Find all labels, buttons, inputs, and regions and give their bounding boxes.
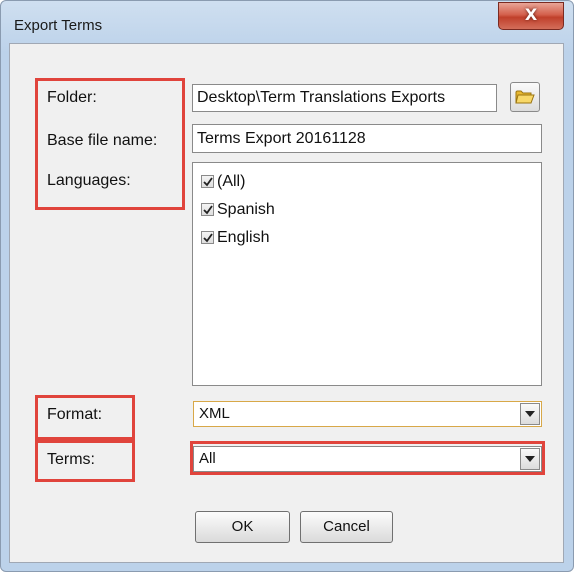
folder-icon [515, 90, 535, 104]
language-label: (All) [217, 173, 246, 190]
check-icon [203, 233, 213, 243]
window-title: Export Terms [14, 17, 103, 34]
check-icon [203, 177, 213, 187]
check-icon [203, 205, 213, 215]
terms-label: Terms: [47, 451, 95, 468]
format-value: XML [199, 405, 230, 422]
format-label: Format: [47, 406, 103, 423]
ok-button[interactable]: OK [195, 511, 290, 543]
base-file-name-label: Base file name: [47, 132, 158, 149]
language-checkbox-english[interactable] [201, 231, 214, 244]
close-button[interactable]: X [498, 2, 564, 30]
language-label: English [217, 229, 270, 246]
folder-field[interactable]: Desktop\Term Translations Exports [192, 84, 497, 112]
format-dropdown[interactable]: XML [193, 401, 542, 427]
terms-value: All [199, 450, 216, 467]
browse-folder-button[interactable] [510, 82, 540, 112]
folder-label: Folder: [47, 89, 97, 106]
languages-label: Languages: [47, 172, 131, 189]
languages-list: (All) Spanish English [192, 162, 542, 386]
chevron-down-icon[interactable] [520, 448, 540, 470]
terms-dropdown[interactable]: All [193, 446, 542, 472]
base-file-name-field[interactable]: Terms Export 20161128 [192, 124, 542, 153]
cancel-button[interactable]: Cancel [300, 511, 393, 543]
chevron-down-icon[interactable] [520, 403, 540, 425]
close-icon: X [524, 5, 538, 24]
language-checkbox-all[interactable] [201, 175, 214, 188]
language-checkbox-spanish[interactable] [201, 203, 214, 216]
language-label: Spanish [217, 201, 275, 218]
